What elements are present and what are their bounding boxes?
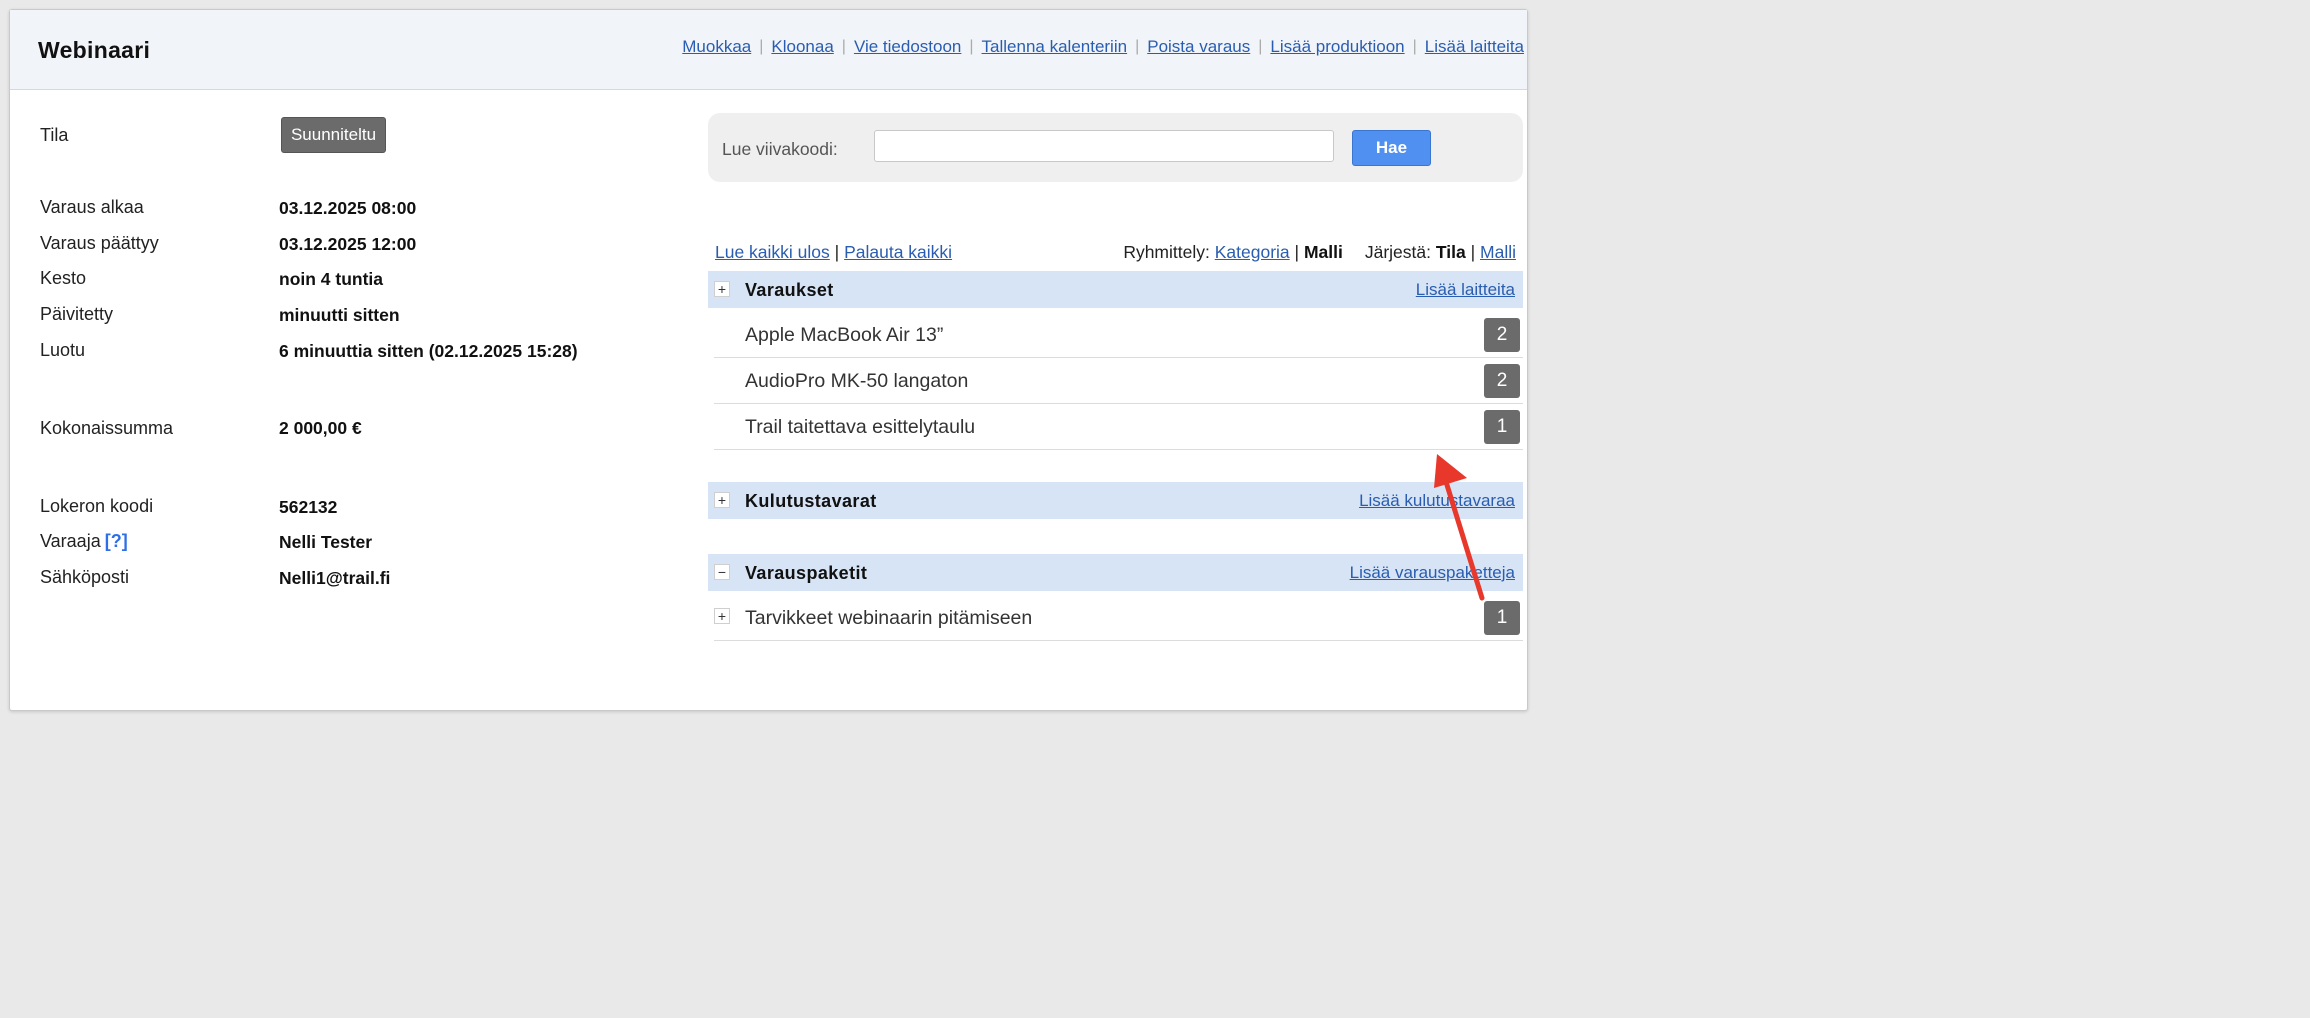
action-links: Muokkaa | Kloonaa | Vie tiedostoon | Tal…: [682, 37, 1524, 57]
start-value: 03.12.2025 08:00: [279, 198, 417, 218]
divider: |: [834, 242, 840, 262]
consumables-group-header: + Kulutustavarat Lisää kulutustavaraa: [708, 482, 1523, 519]
add-to-production-link[interactable]: Lisää produktioon: [1270, 37, 1404, 57]
divider: |: [1470, 242, 1476, 262]
separator: |: [759, 38, 764, 55]
email-value: Nelli1@trail.fi: [279, 568, 391, 588]
item-name: AudioPro MK-50 langaton: [745, 370, 969, 392]
edit-link[interactable]: Muokkaa: [682, 37, 751, 57]
item-name: Tarvikkeet webinaarin pitämiseen: [745, 607, 1033, 629]
separator: |: [841, 38, 846, 55]
separator: |: [1135, 38, 1140, 55]
updated-value: minuutti sitten: [279, 305, 400, 325]
quantity-badge: 2: [1484, 318, 1520, 352]
quantity-badge: 1: [1484, 601, 1520, 635]
page-title: Webinaari: [38, 37, 151, 63]
status-badge: Suunniteltu: [281, 117, 386, 153]
packages-group-header: − Varauspaketit Lisää varauspaketteja: [708, 554, 1523, 591]
collapse-toggle[interactable]: −: [714, 564, 730, 580]
return-all-link[interactable]: Palauta kaikki: [844, 242, 952, 262]
add-equipment-group-link[interactable]: Lisää laitteita: [1416, 280, 1515, 300]
barcode-input[interactable]: [874, 130, 1334, 162]
item-name: Apple MacBook Air 13”: [745, 324, 944, 346]
quantity-badge: 1: [1484, 410, 1520, 444]
separator: |: [969, 38, 974, 55]
updated-label: Päivitetty: [40, 304, 114, 324]
total-label: Kokonaissumma: [40, 418, 174, 438]
list-item[interactable]: Trail taitettava esittelytaulu 1: [714, 404, 1523, 450]
bulk-actions: Lue kaikki ulos | Palauta kaikki: [715, 242, 952, 263]
created-value: 6 minuuttia sitten (02.12.2025 15:28): [279, 341, 578, 361]
grouping-label: Ryhmittely:: [1123, 242, 1210, 262]
reservation-header: Webinaari Muokkaa | Kloonaa | Vie tiedos…: [10, 10, 1527, 90]
add-consumables-link[interactable]: Lisää kulutustavaraa: [1359, 491, 1515, 511]
item-name: Trail taitettava esittelytaulu: [745, 416, 976, 438]
save-to-calendar-link[interactable]: Tallenna kalenteriin: [982, 37, 1128, 57]
duration-value: noin 4 tuntia: [279, 269, 384, 289]
grouping-sorting: Ryhmittely: Kategoria | Malli Järjestä: …: [1123, 242, 1516, 263]
delete-reservation-link[interactable]: Poista varaus: [1147, 37, 1250, 57]
locker-code-label: Lokeron koodi: [40, 496, 154, 516]
add-packages-link[interactable]: Lisää varauspaketteja: [1350, 563, 1515, 583]
reservation-card: Webinaari Muokkaa | Kloonaa | Vie tiedos…: [9, 9, 1528, 711]
booker-label: Varaaja: [40, 531, 101, 551]
reservations-group-header: + Varaukset Lisää laitteita: [708, 271, 1523, 308]
end-label: Varaus päättyy: [40, 233, 159, 253]
email-label: Sähköposti: [40, 567, 130, 587]
group-by-model-active: Malli: [1303, 242, 1343, 262]
list-item[interactable]: AudioPro MK-50 langaton 2: [714, 358, 1523, 404]
booker-label-row: Varaaja [?]: [40, 531, 128, 552]
help-link[interactable]: [?]: [105, 531, 128, 551]
separator: |: [1412, 38, 1417, 55]
created-label: Luotu: [40, 340, 86, 360]
sort-by-model-link[interactable]: Malli: [1480, 242, 1516, 263]
expand-toggle[interactable]: +: [714, 492, 730, 508]
quantity-badge: 2: [1484, 364, 1520, 398]
barcode-label: Lue viivakoodi:: [722, 139, 838, 159]
group-by-category-link[interactable]: Kategoria: [1215, 242, 1290, 263]
add-equipment-link[interactable]: Lisää laitteita: [1425, 37, 1524, 57]
sort-label: Järjestä:: [1364, 242, 1431, 262]
list-item[interactable]: + Tarvikkeet webinaarin pitämiseen 1: [714, 595, 1523, 641]
expand-toggle[interactable]: +: [714, 281, 730, 297]
barcode-panel: Lue viivakoodi: Hae: [708, 113, 1523, 182]
export-link[interactable]: Vie tiedostoon: [854, 37, 961, 57]
group-title: Kulutustavarat: [745, 491, 877, 511]
checkout-all-link[interactable]: Lue kaikki ulos: [715, 242, 830, 262]
list-item[interactable]: Apple MacBook Air 13” 2: [714, 312, 1523, 358]
status-label: Tila: [40, 125, 69, 145]
search-button[interactable]: Hae: [1352, 130, 1431, 166]
duration-label: Kesto: [40, 268, 87, 288]
locker-code-value: 562132: [279, 497, 338, 517]
start-label: Varaus alkaa: [40, 197, 144, 217]
end-value: 03.12.2025 12:00: [279, 234, 417, 254]
group-title: Varaukset: [745, 280, 834, 300]
group-title: Varauspaketit: [745, 563, 868, 583]
sort-by-status-active: Tila: [1435, 242, 1466, 262]
clone-link[interactable]: Kloonaa: [771, 37, 833, 57]
expand-toggle[interactable]: +: [714, 608, 730, 624]
total-value: 2 000,00 €: [279, 418, 362, 438]
separator: |: [1258, 38, 1263, 55]
divider: |: [1294, 242, 1300, 262]
booker-value: Nelli Tester: [279, 532, 373, 552]
